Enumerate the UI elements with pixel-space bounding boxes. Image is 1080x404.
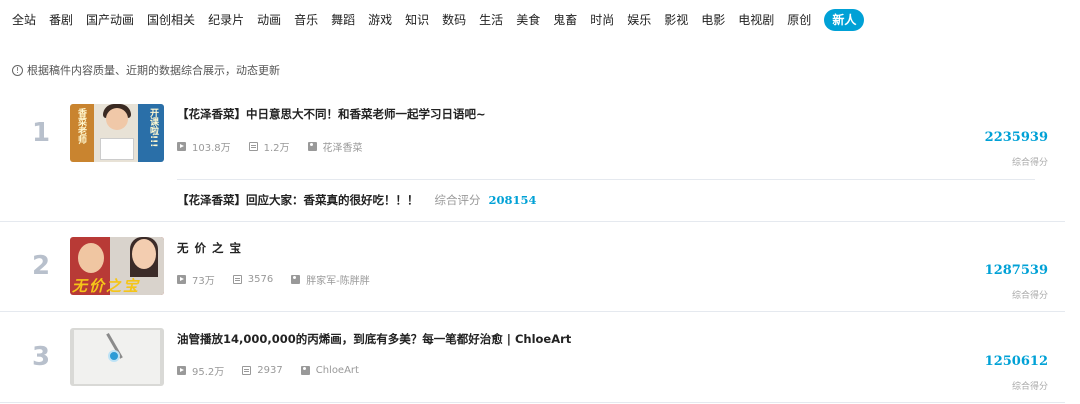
tab-kichiku[interactable]: 鬼畜 — [553, 9, 577, 31]
video-stats: 73万 3576 胖家军-陈胖胖 — [177, 272, 388, 287]
play-icon — [177, 366, 186, 375]
score-value: 2235939 — [984, 130, 1048, 145]
tab-documentary[interactable]: 纪录片 — [208, 9, 244, 31]
rank-number: 2 — [31, 251, 51, 281]
tab-life[interactable]: 生活 — [479, 9, 503, 31]
uploader-link[interactable]: 花泽香菜 — [307, 139, 363, 154]
divider — [0, 311, 1065, 312]
divider — [0, 402, 1065, 403]
rank-number: 3 — [31, 342, 51, 372]
related-score-label: 综合评分 — [434, 193, 481, 207]
tab-fashion[interactable]: 时尚 — [590, 9, 614, 31]
video-title-link[interactable]: 无 价 之 宝 — [177, 240, 242, 256]
video-title-link[interactable]: 【花泽香菜】中日意思大不同！和香菜老师一起学习日语吧~ — [177, 106, 486, 122]
tab-guochuang[interactable]: 国创相关 — [147, 9, 195, 31]
score-block: 1287539 综合得分 — [985, 263, 1048, 301]
score-label: 综合得分 — [1011, 291, 1048, 301]
thumbnail-caption: 无价之宝 — [72, 277, 141, 295]
tab-domestic-animation[interactable]: 国产动画 — [86, 9, 134, 31]
danmaku-count: 1.2万 — [248, 139, 290, 154]
related-video-title-link[interactable]: 【花泽香菜】回应大家：香菜真的很好吃！！！ — [177, 192, 419, 208]
tab-all[interactable]: 全站 — [12, 9, 36, 31]
tab-original[interactable]: 原创 — [787, 9, 811, 31]
play-icon — [177, 142, 186, 151]
uploader-icon — [300, 366, 310, 375]
tab-music[interactable]: 音乐 — [294, 9, 318, 31]
video-thumbnail[interactable]: 无价之宝 — [70, 237, 164, 295]
play-count: 103.8万 — [177, 139, 231, 154]
thumbnail-text-right: 开课啦!!! — [148, 108, 158, 148]
uploader-icon — [307, 142, 317, 151]
tab-animation[interactable]: 动画 — [257, 9, 281, 31]
rank-number: 1 — [31, 118, 51, 148]
divider — [0, 221, 1065, 222]
divider — [177, 179, 1035, 180]
tab-film-tv[interactable]: 影视 — [664, 9, 688, 31]
score-value: 1250612 — [984, 354, 1048, 369]
uploader-link[interactable]: ChloeArt — [300, 365, 359, 376]
notice-text: 根据稿件内容质量、近期的数据综合展示，动态更新 — [27, 64, 280, 77]
video-stats: 103.8万 1.2万 花泽香菜 — [177, 139, 381, 154]
danmaku-count: 2937 — [242, 365, 283, 376]
uploader-link[interactable]: 胖家军-陈胖胖 — [291, 272, 370, 287]
related-score-value: 208154 — [488, 193, 537, 207]
video-title-link[interactable]: 油管播放14,000,000的丙烯画，到底有多美？每一笔都好治愈 | Chloe… — [177, 331, 571, 347]
danmaku-icon — [248, 142, 258, 151]
danmaku-icon — [242, 366, 252, 375]
thumbnail-text-left: 香菜老师 — [76, 108, 86, 144]
play-count: 95.2万 — [177, 363, 224, 378]
play-icon — [177, 275, 186, 284]
tab-digital[interactable]: 数码 — [442, 9, 466, 31]
tab-food[interactable]: 美食 — [516, 9, 540, 31]
tab-game[interactable]: 游戏 — [368, 9, 392, 31]
video-thumbnail[interactable] — [70, 328, 164, 386]
danmaku-icon — [232, 275, 242, 284]
related-video-row: 【花泽香菜】回应大家：香菜真的很好吃！！！ 综合评分 208154 — [177, 192, 537, 208]
score-block: 1250612 综合得分 — [985, 354, 1048, 392]
video-stats: 95.2万 2937 ChloeArt — [177, 363, 377, 378]
score-label: 综合得分 — [1011, 158, 1048, 168]
ranking-notice: ! 根据稿件内容质量、近期的数据综合展示，动态更新 — [12, 62, 280, 78]
score-block: 2235939 综合得分 — [985, 130, 1048, 168]
uploader-icon — [291, 275, 301, 284]
tab-movie[interactable]: 电影 — [701, 9, 725, 31]
tab-knowledge[interactable]: 知识 — [405, 9, 429, 31]
danmaku-count: 3576 — [232, 274, 273, 285]
tab-tv-series[interactable]: 电视剧 — [738, 9, 774, 31]
info-icon: ! — [12, 64, 23, 76]
score-value: 1287539 — [984, 263, 1048, 278]
tab-newcomer[interactable]: 新人 — [824, 9, 865, 31]
tab-bangumi[interactable]: 番剧 — [49, 9, 73, 31]
play-count: 73万 — [177, 272, 215, 287]
video-thumbnail[interactable]: 香菜老师 开课啦!!! — [70, 104, 164, 162]
category-tabs: 全站 番剧 国产动画 国创相关 纪录片 动画 音乐 舞蹈 游戏 知识 数码 生活… — [12, 8, 877, 32]
tab-dance[interactable]: 舞蹈 — [331, 9, 355, 31]
score-label: 综合得分 — [1011, 382, 1048, 392]
tab-entertainment[interactable]: 娱乐 — [627, 9, 651, 31]
